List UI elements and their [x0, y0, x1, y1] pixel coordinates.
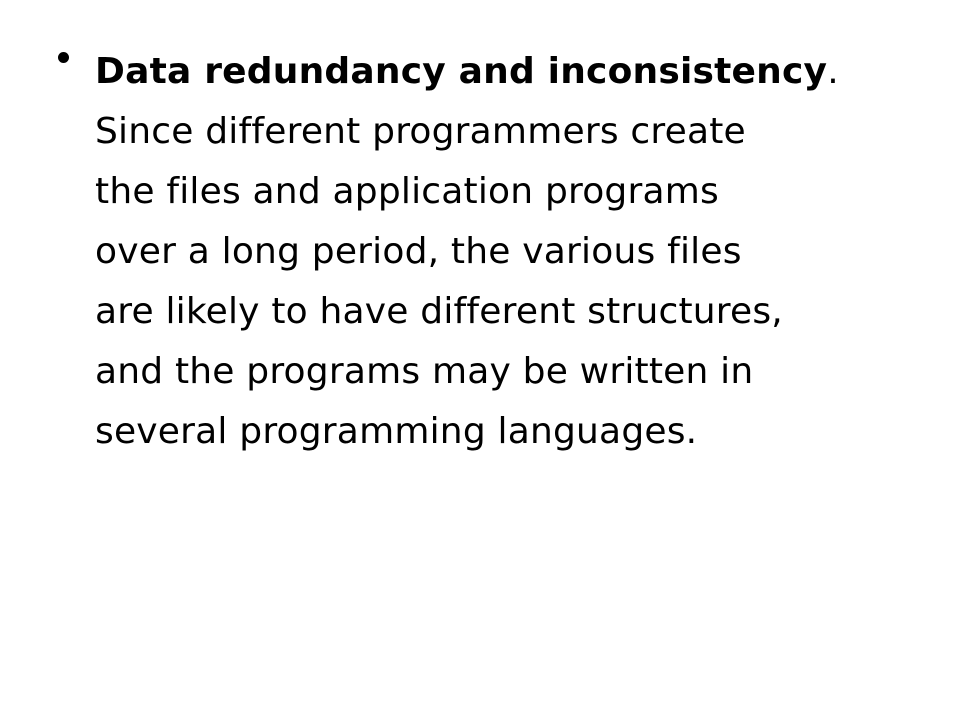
- bullet-item: Data redundancy and inconsistency. Since…: [58, 42, 918, 462]
- bullet-first-line: Data redundancy and inconsistency.: [95, 42, 915, 102]
- bullet-line: over a long period, the various files: [95, 231, 742, 272]
- bullet-dot-icon: [58, 52, 69, 63]
- bullet-term: Data redundancy and inconsistency: [95, 51, 828, 92]
- bullet-line: and the programs may be written in: [95, 351, 754, 392]
- bullet-term-punctuation: .: [827, 51, 839, 92]
- bullet-line: the files and application programs: [95, 171, 719, 212]
- bullet-line: Since different programmers create: [95, 111, 746, 152]
- bullet-line: several programming languages.: [95, 411, 698, 452]
- bullet-line: are likely to have different structures,: [95, 291, 783, 332]
- bullet-text: Data redundancy and inconsistency. Since…: [95, 42, 915, 462]
- slide: Data redundancy and inconsistency. Since…: [0, 0, 960, 720]
